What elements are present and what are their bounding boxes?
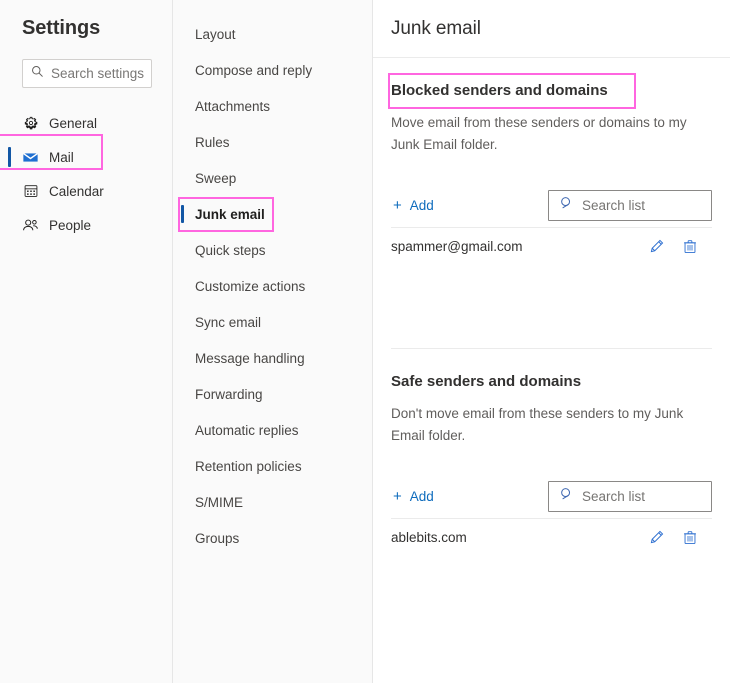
nav-item-label: Sweep xyxy=(195,170,237,186)
people-icon xyxy=(22,217,39,234)
safe-senders-controls: + Add Search list xyxy=(391,480,712,512)
search-settings-input[interactable]: Search settings xyxy=(22,59,152,88)
blocked-senders-search-input[interactable]: Search list xyxy=(548,189,712,221)
add-button-label: Add xyxy=(409,197,434,213)
search-icon xyxy=(31,65,44,83)
nav-item-quick-steps[interactable]: Quick steps xyxy=(173,232,372,268)
search-placeholder: Search list xyxy=(582,197,646,213)
panel-title: Junk email xyxy=(391,17,481,39)
nav-item-label: Attachments xyxy=(195,98,271,114)
nav-item-label: Retention policies xyxy=(195,458,302,474)
blocked-sender-value: spammer@gmail.com xyxy=(391,238,523,254)
sidebar-item-mail[interactable]: Mail xyxy=(0,140,172,174)
nav-item-sync-email[interactable]: Sync email xyxy=(173,304,372,340)
sidebar-item-general[interactable]: General xyxy=(0,106,172,140)
envelope-icon xyxy=(22,149,39,166)
panel-header: Junk email xyxy=(373,0,730,58)
settings-sidebar: Settings Search settings General Mail Ca… xyxy=(0,0,173,683)
nav-item-message-handling[interactable]: Message handling xyxy=(173,340,372,376)
nav-item-layout[interactable]: Layout xyxy=(173,16,372,52)
nav-item-label: Sync email xyxy=(195,314,262,330)
row-actions xyxy=(648,529,712,546)
nav-item-sweep[interactable]: Sweep xyxy=(173,160,372,196)
nav-item-label: Automatic replies xyxy=(195,422,299,438)
nav-item-attachments[interactable]: Attachments xyxy=(173,88,372,124)
calendar-icon xyxy=(22,183,39,200)
blocked-senders-section: Blocked senders and domains Move email f… xyxy=(373,58,730,348)
add-blocked-sender-button[interactable]: + Add xyxy=(391,195,436,216)
nav-item-customize-actions[interactable]: Customize actions xyxy=(173,268,372,304)
search-icon xyxy=(560,196,574,215)
search-placeholder: Search list xyxy=(582,488,646,504)
plus-icon: + xyxy=(393,196,402,214)
nav-item-smime[interactable]: S/MIME xyxy=(173,484,372,520)
add-button-label: Add xyxy=(409,488,434,504)
nav-item-compose-and-reply[interactable]: Compose and reply xyxy=(173,52,372,88)
blocked-senders-description: Move email from these senders or domains… xyxy=(391,115,687,152)
nav-item-label: Forwarding xyxy=(195,386,263,402)
settings-window: Settings Search settings General Mail Ca… xyxy=(0,0,730,683)
junk-email-panel: Junk email Blocked senders and domains M… xyxy=(373,0,730,683)
selection-indicator xyxy=(181,205,184,223)
nav-item-label: Compose and reply xyxy=(195,62,313,78)
search-settings-placeholder: Search settings xyxy=(51,65,145,81)
nav-item-label: Layout xyxy=(195,26,236,42)
nav-item-label: Message handling xyxy=(195,350,305,366)
pencil-icon[interactable] xyxy=(648,529,665,546)
safe-senders-description: Don't move email from these senders to m… xyxy=(391,406,684,443)
safe-senders-heading: Safe senders and domains xyxy=(391,373,582,390)
sidebar-item-people[interactable]: People xyxy=(0,208,172,242)
nav-item-label: Rules xyxy=(195,134,230,150)
sidebar-item-label: Calendar xyxy=(49,183,104,199)
safe-senders-search-input[interactable]: Search list xyxy=(548,480,712,512)
nav-item-label: Customize actions xyxy=(195,278,306,294)
page-title: Settings xyxy=(22,17,101,39)
gear-icon xyxy=(22,115,39,132)
add-safe-sender-button[interactable]: + Add xyxy=(391,486,436,507)
safe-sender-value: ablebits.com xyxy=(391,529,467,545)
blocked-senders-controls: + Add Search list xyxy=(391,189,712,221)
sidebar-item-calendar[interactable]: Calendar xyxy=(0,174,172,208)
nav-item-retention-policies[interactable]: Retention policies xyxy=(173,448,372,484)
table-row[interactable]: ablebits.com xyxy=(391,519,712,555)
nav-item-automatic-replies[interactable]: Automatic replies xyxy=(173,412,372,448)
nav-item-label: S/MIME xyxy=(195,494,244,510)
row-actions xyxy=(648,238,712,255)
sidebar-item-label: Mail xyxy=(49,149,74,165)
selection-indicator xyxy=(8,147,11,167)
mail-settings-nav: Layout Compose and reply Attachments Rul… xyxy=(173,0,373,683)
sidebar-nav-list: General Mail Calendar People xyxy=(0,106,172,242)
plus-icon: + xyxy=(393,487,402,505)
trash-icon[interactable] xyxy=(682,529,698,546)
table-row[interactable]: spammer@gmail.com xyxy=(391,228,712,264)
nav-item-label: Junk email xyxy=(195,206,265,222)
nav-item-junk-email[interactable]: Junk email xyxy=(173,196,372,232)
pencil-icon[interactable] xyxy=(648,238,665,255)
search-settings-wrapper: Search settings xyxy=(22,59,152,88)
nav-item-label: Groups xyxy=(195,530,240,546)
search-icon xyxy=(560,487,574,506)
nav-item-rules[interactable]: Rules xyxy=(173,124,372,160)
trash-icon[interactable] xyxy=(682,238,698,255)
sidebar-item-label: People xyxy=(49,217,92,233)
blocked-senders-heading: Blocked senders and domains xyxy=(391,82,608,99)
safe-senders-section: Safe senders and domains Don't move emai… xyxy=(373,349,730,555)
nav-item-groups[interactable]: Groups xyxy=(173,520,372,556)
nav-item-label: Quick steps xyxy=(195,242,266,258)
sidebar-item-label: General xyxy=(49,115,98,131)
nav-item-forwarding[interactable]: Forwarding xyxy=(173,376,372,412)
